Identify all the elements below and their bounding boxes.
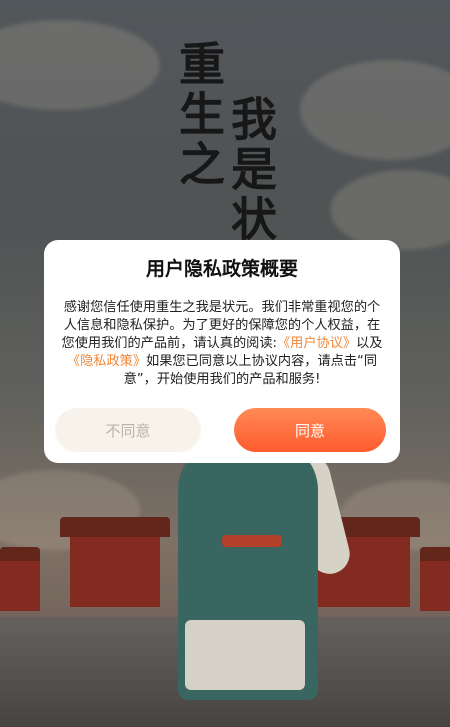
dialog-body-conj: 以及 [356, 336, 383, 351]
privacy-dialog: 用户隐私政策概要 感谢您信任使用重生之我是状元。我们非常重视您的个人信息和隐私保… [44, 240, 400, 463]
dialog-body-outro: 如果您已同意以上协议内容，请点击“同意”，开始使用我们的产品和服务! [123, 354, 378, 387]
dialog-body: 感谢您信任使用重生之我是状元。我们非常重视您的个人信息和隐私保护。为了更好的保障… [61, 299, 383, 389]
privacy-policy-link[interactable]: 《隐私政策》 [67, 354, 146, 369]
disagree-button[interactable]: 不同意 [55, 408, 201, 452]
agree-button[interactable]: 同意 [234, 408, 386, 452]
dialog-title: 用户隐私政策概要 [145, 258, 298, 280]
user-agreement-link[interactable]: 《用户协议》 [277, 336, 356, 351]
dialog-button-row: 不同意 同意 [55, 408, 386, 452]
